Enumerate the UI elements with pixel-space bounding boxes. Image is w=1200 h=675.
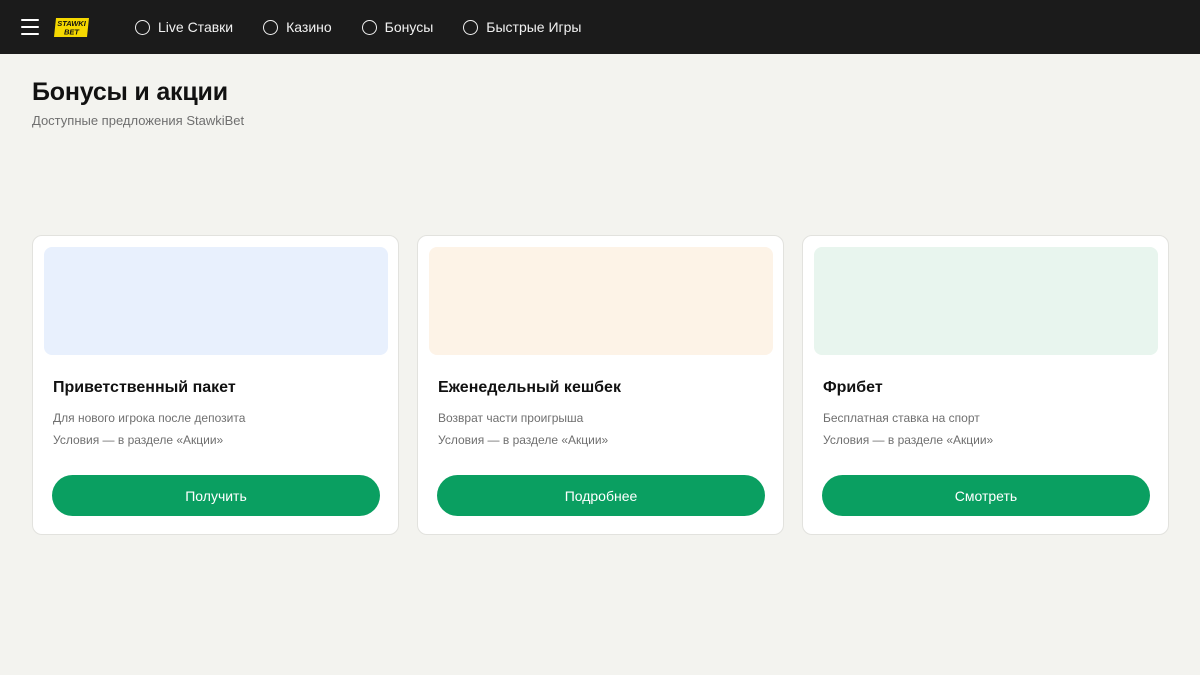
card-description: Бесплатная ставка на спорт [823, 411, 980, 425]
nav-item-bonuses[interactable]: Бонусы [361, 19, 434, 35]
top-navigation-bar: STAWKI BET Live Ставки Казино Бонусы Быс… [0, 0, 1200, 54]
bonus-card-cashback: Еженедельный кешбек Возврат части проигр… [417, 235, 784, 535]
page-subtitle: Доступные предложения StawkiBet [32, 113, 245, 128]
card-terms: Условия — в разделе «Акции» [53, 433, 224, 447]
card-image-placeholder [429, 247, 773, 355]
page-title: Бонусы и акции [32, 78, 228, 106]
card-title: Еженедельный кешбек [438, 379, 621, 396]
nav-item-label: Бонусы [384, 19, 434, 35]
nav-item-casino[interactable]: Казино [263, 19, 332, 35]
details-button[interactable]: Подробнее [437, 475, 765, 516]
main-nav: Live Ставки Казино Бонусы Быстрые Игры [135, 0, 612, 54]
nav-item-fast-games[interactable]: Быстрые Игры [463, 19, 582, 35]
nav-item-label: Live Ставки [158, 19, 234, 35]
nav-item-live-bets[interactable]: Live Ставки [135, 19, 233, 35]
card-title: Приветственный пакет [53, 379, 236, 396]
bonus-cards: Приветственный пакет Для нового игрока п… [32, 235, 1169, 535]
card-description: Возврат части проигрыша [438, 411, 584, 425]
bonus-card-freebet: Фрибет Бесплатная ставка на спорт Услови… [802, 235, 1169, 535]
card-image-placeholder [814, 247, 1158, 355]
circle-icon [263, 19, 279, 35]
hamburger-menu-icon[interactable] [21, 18, 39, 36]
stawkibet-logo[interactable]: STAWKI BET [53, 17, 90, 38]
card-title: Фрибет [823, 379, 883, 396]
view-button[interactable]: Смотреть [822, 475, 1150, 516]
card-terms: Условия — в разделе «Акции» [438, 433, 609, 447]
nav-item-label: Быстрые Игры [486, 19, 582, 35]
get-bonus-button[interactable]: Получить [52, 475, 380, 516]
card-terms: Условия — в разделе «Акции» [823, 433, 994, 447]
logo-graphic: STAWKI BET [54, 18, 89, 37]
card-description: Для нового игрока после депозита [53, 411, 246, 425]
page-header: Бонусы и акции Доступные предложения Sta… [32, 78, 244, 128]
card-image-placeholder [44, 247, 388, 355]
logo-text-bottom: BET [64, 28, 80, 37]
nav-item-label: Казино [286, 19, 332, 35]
circle-icon [463, 19, 479, 35]
circle-icon [361, 19, 377, 35]
circle-icon [135, 19, 150, 35]
bonus-card-welcome: Приветственный пакет Для нового игрока п… [32, 235, 399, 535]
